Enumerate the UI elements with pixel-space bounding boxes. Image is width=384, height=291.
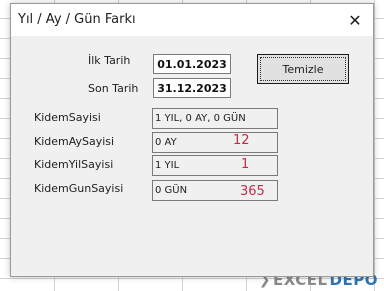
ilk-tarih-label: İlk Tarih [88,54,131,67]
kidem-sayisi-field[interactable]: 1 YIL, 0 AY, 0 GÜN [152,108,278,129]
annotation-yil: 1 [241,157,250,172]
annotation-ay: 12 [233,133,250,148]
kidem-yil-sayisi-label: KidemYilSayisi [34,158,114,171]
kidem-sayisi-label: KidemSayisi [34,111,101,124]
kidem-ay-sayisi-label: KidemAySayisi [34,135,115,148]
kidem-gun-sayisi-label: KidemGunSayisi [34,182,124,195]
annotation-gun: 365 [240,184,265,199]
ilk-tarih-input[interactable]: 01.01.2023 [153,54,231,74]
son-tarih-label: Son Tarih [88,82,139,95]
window-title: Yıl / Ay / Gün Farkı [18,12,136,27]
kidem-yil-sayisi-field[interactable]: 1 YIL [152,155,278,176]
son-tarih-input[interactable]: 31.12.2023 [153,78,231,98]
close-icon[interactable]: ✕ [340,7,370,33]
kidem-ay-sayisi-field[interactable]: 0 AY [152,132,278,153]
title-bar: Yıl / Ay / Gün Farkı ✕ [11,4,373,36]
date-difference-dialog: Yıl / Ay / Gün Farkı ✕ İlk Tarih 01.01.2… [10,3,374,277]
clear-button[interactable]: Temizle [257,54,349,84]
